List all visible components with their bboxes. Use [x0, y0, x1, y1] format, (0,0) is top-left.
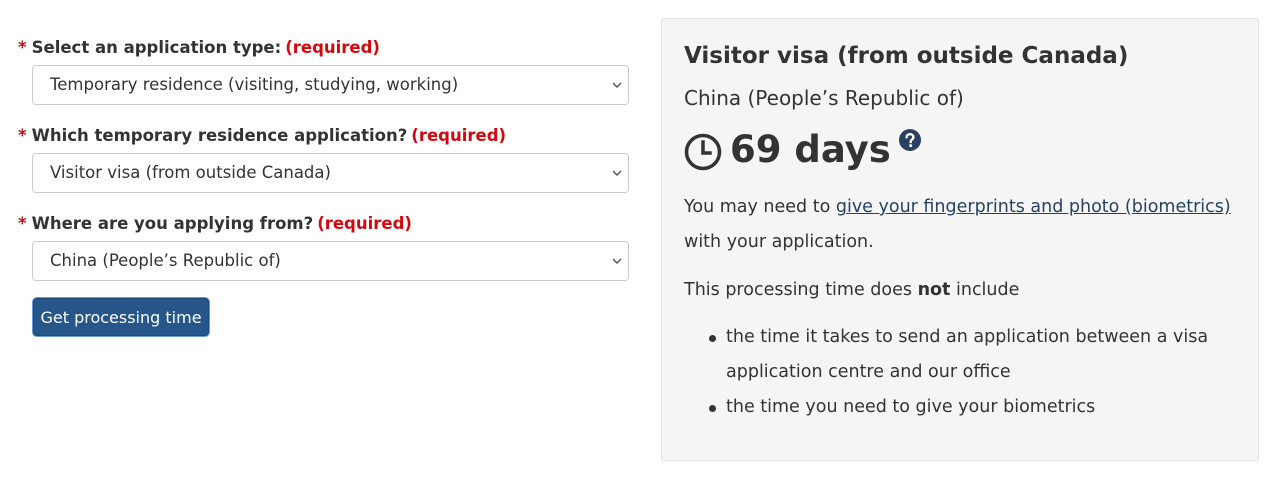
- result-title: Visitor visa (from outside Canada): [684, 43, 1129, 69]
- get-processing-time-button[interactable]: Get processing time: [33, 298, 209, 336]
- chevron-down-icon: [612, 258, 622, 264]
- residence-application-select[interactable]: Visitor visa (from outside Canada): [32, 153, 629, 193]
- residence-application-field: * Which temporary residence application?(…: [18, 124, 630, 193]
- result-panel: Visitor visa (from outside Canada) China…: [661, 18, 1259, 461]
- page: * Select an application type: (required) T…: [0, 0, 1280, 483]
- exclusion-note: This processing time does not include: [684, 273, 1236, 308]
- residence-application-label-text: Which temporary residence application?: [31, 126, 408, 145]
- application-type-label-text: Select an application type:: [31, 38, 282, 57]
- exclusion-list: the time it takes to send an application…: [684, 320, 1236, 425]
- chevron-down-icon: [612, 82, 622, 88]
- required-marker: *: [18, 214, 27, 233]
- required-text: (required): [411, 126, 507, 145]
- biometrics-note: You may need to give your fingerprints a…: [684, 190, 1236, 260]
- applying-from-field: * Where are you applying from? (required) …: [18, 212, 630, 281]
- required-marker: *: [18, 126, 27, 145]
- application-type-field: * Select an application type: (required) T…: [18, 36, 630, 105]
- exclusion-text-after: include: [950, 280, 1020, 300]
- exclusion-text-bold: not: [917, 280, 951, 300]
- application-type-label: * Select an application type: (required): [18, 36, 630, 60]
- biometrics-text-before: You may need to: [684, 197, 836, 217]
- applying-from-label: * Where are you applying from? (required): [18, 212, 630, 236]
- applying-from-label-text: Where are you applying from?: [31, 214, 314, 233]
- processing-time-value: 69 days: [730, 128, 891, 171]
- biometrics-link[interactable]: give your fingerprints and photo (biomet…: [836, 197, 1231, 217]
- list-item: the time you need to give your biometric…: [708, 390, 1236, 425]
- required-marker: *: [18, 38, 27, 57]
- residence-application-label: * Which temporary residence application?(…: [18, 124, 630, 148]
- application-type-select[interactable]: Temporary residence (visiting, studying,…: [32, 65, 629, 105]
- applying-from-select[interactable]: China (People’s Republic of): [32, 241, 629, 281]
- clock-icon: [684, 133, 722, 171]
- list-item: the time it takes to send an application…: [708, 320, 1236, 390]
- applying-from-selected-value: China (People’s Republic of): [50, 251, 281, 270]
- processing-time-row: 69 days: [684, 124, 1236, 176]
- biometrics-text-after: with your application.: [684, 232, 874, 252]
- application-type-selected-value: Temporary residence (visiting, studying,…: [50, 75, 459, 94]
- required-text: (required): [317, 214, 412, 233]
- question-circle-icon[interactable]: [898, 129, 921, 151]
- processing-time-form: * Select an application type: (required) T…: [18, 36, 630, 336]
- residence-application-selected-value: Visitor visa (from outside Canada): [50, 163, 331, 182]
- result-country: China (People’s Republic of): [684, 86, 964, 110]
- exclusion-text-before: This processing time does: [684, 280, 918, 300]
- required-text: (required): [285, 38, 380, 57]
- chevron-down-icon: [612, 170, 622, 176]
